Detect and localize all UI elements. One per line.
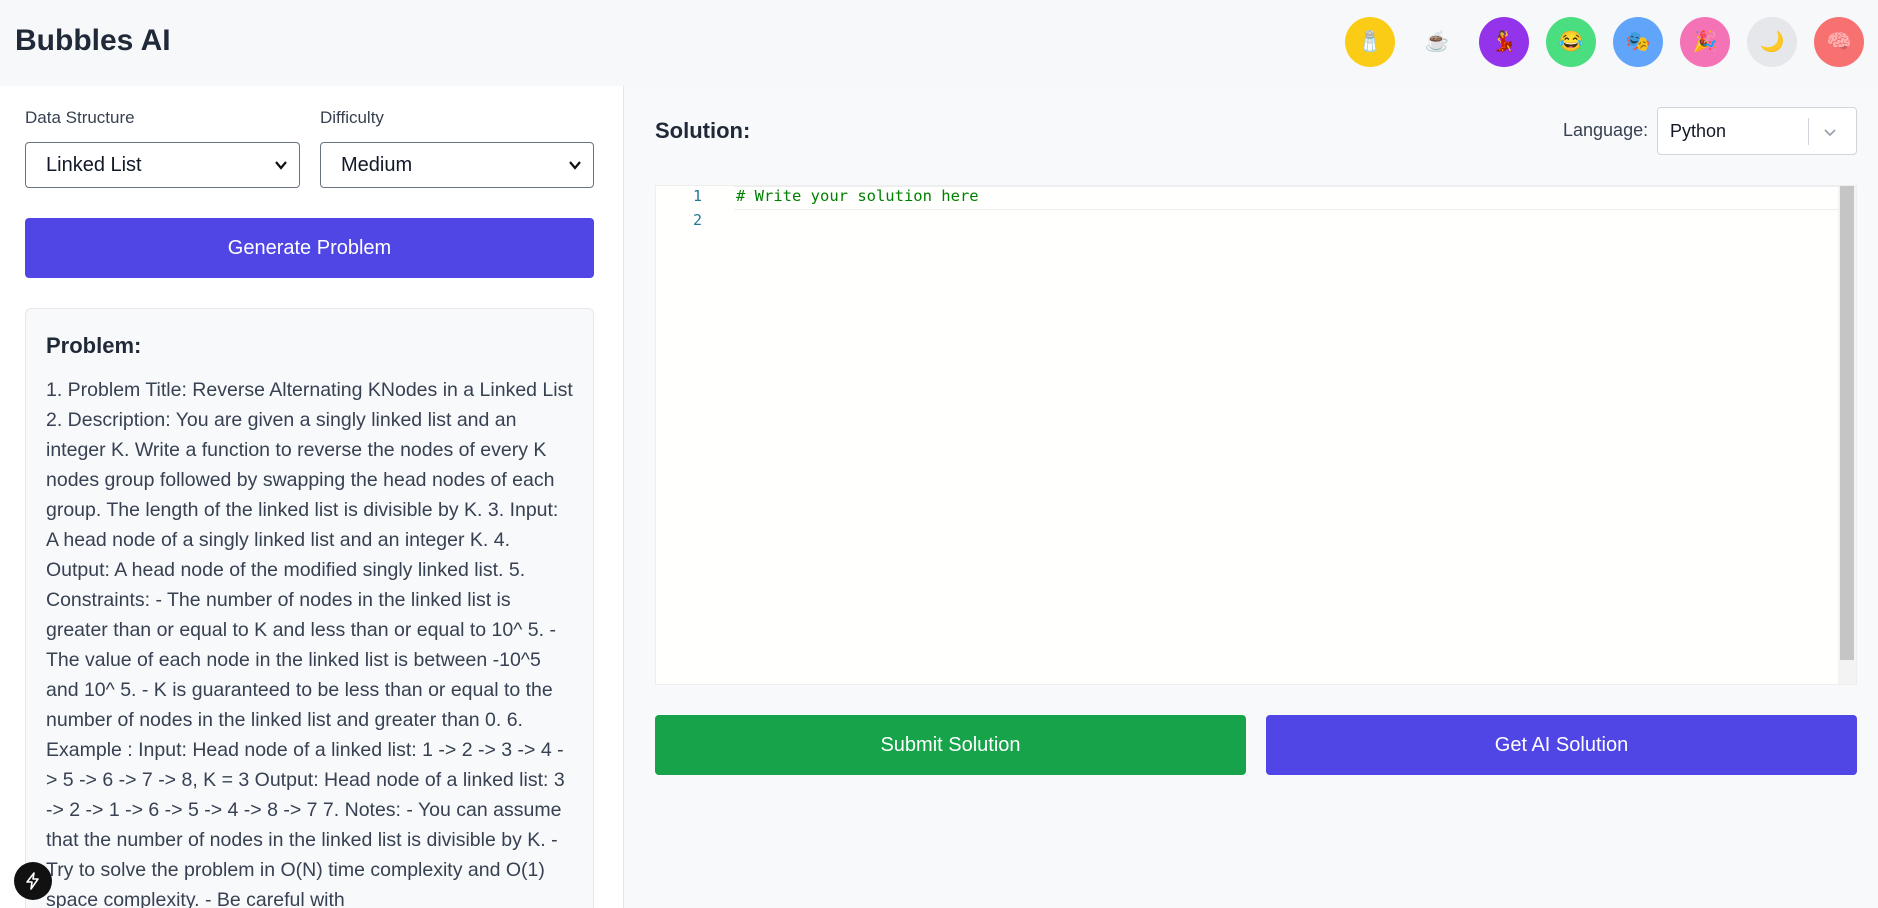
chevron-down-icon bbox=[569, 161, 581, 170]
avatar-brain-icon: 🧠 bbox=[1826, 31, 1852, 53]
avatar-laugh[interactable]: 😂 bbox=[1546, 17, 1596, 67]
line-number: 1 bbox=[692, 187, 702, 205]
avatar-masks-icon: 🎭 bbox=[1625, 31, 1651, 53]
avatar-dancer-icon: 💃 bbox=[1491, 31, 1517, 53]
generate-problem-button[interactable]: Generate Problem bbox=[25, 218, 594, 278]
get-ai-solution-button[interactable]: Get AI Solution bbox=[1266, 715, 1857, 775]
language-label: Language: bbox=[1563, 120, 1649, 140]
app-title: Bubbles AI bbox=[15, 24, 171, 57]
avatar-shaker-icon: 🧂 bbox=[1357, 31, 1383, 53]
avatar-coffee[interactable]: ☕ bbox=[1412, 17, 1462, 67]
data-structure-label: Data Structure bbox=[25, 108, 135, 127]
avatar-bar: 🧂 ☕ 💃 😂 🎭 🎉 🌙 🧠 bbox=[1345, 17, 1873, 67]
avatar-coffee-icon: ☕ bbox=[1424, 31, 1450, 53]
submit-solution-button[interactable]: Submit Solution bbox=[655, 715, 1246, 775]
difficulty-select[interactable]: Medium bbox=[320, 142, 594, 188]
difficulty-value: Medium bbox=[341, 153, 413, 176]
language-value: Python bbox=[1670, 120, 1727, 141]
chevron-down-icon bbox=[1824, 129, 1836, 137]
select-separator bbox=[1808, 118, 1809, 145]
editor-scrollbar[interactable] bbox=[1838, 186, 1856, 684]
avatar-masks[interactable]: 🎭 bbox=[1613, 17, 1663, 67]
line-number: 2 bbox=[692, 211, 702, 229]
bolt-icon bbox=[26, 872, 39, 890]
solution-heading: Solution: bbox=[655, 118, 751, 143]
left-panel: Data Structure Linked List Difficulty Me… bbox=[0, 86, 624, 908]
line-number-gutter: 1 2 bbox=[656, 186, 716, 684]
avatar-moon[interactable]: 🌙 bbox=[1747, 17, 1797, 67]
language-select[interactable]: Python bbox=[1657, 107, 1857, 155]
bolt-fab-button[interactable] bbox=[14, 862, 52, 900]
avatar-brain[interactable]: 🧠 bbox=[1814, 17, 1864, 67]
avatar-party-icon: 🎉 bbox=[1692, 31, 1718, 53]
avatar-moon-icon: 🌙 bbox=[1759, 31, 1785, 53]
problem-heading: Problem: bbox=[46, 333, 142, 358]
data-structure-value: Linked List bbox=[46, 153, 142, 176]
top-bar: Bubbles AI 🧂 ☕ 💃 😂 🎭 🎉 🌙 🧠 bbox=[0, 0, 1878, 86]
right-panel: Solution: Language: Python 1 2 # Write y… bbox=[625, 86, 1878, 908]
avatar-shaker[interactable]: 🧂 bbox=[1345, 17, 1395, 67]
avatar-dancer[interactable]: 💃 bbox=[1479, 17, 1529, 67]
avatar-laugh-icon: 😂 bbox=[1558, 31, 1584, 53]
difficulty-label: Difficulty bbox=[320, 108, 384, 127]
avatar-party[interactable]: 🎉 bbox=[1680, 17, 1730, 67]
problem-text: 1. Problem Title: Reverse Alternating KN… bbox=[46, 379, 573, 908]
chevron-down-icon bbox=[275, 161, 287, 170]
data-structure-select[interactable]: Linked List bbox=[25, 142, 300, 188]
scrollbar-thumb[interactable] bbox=[1840, 186, 1854, 660]
problem-card: Problem: 1. Problem Title: Reverse Alter… bbox=[25, 308, 594, 908]
code-line[interactable]: # Write your solution here bbox=[736, 187, 979, 205]
code-editor[interactable]: 1 2 # Write your solution here bbox=[655, 185, 1857, 685]
